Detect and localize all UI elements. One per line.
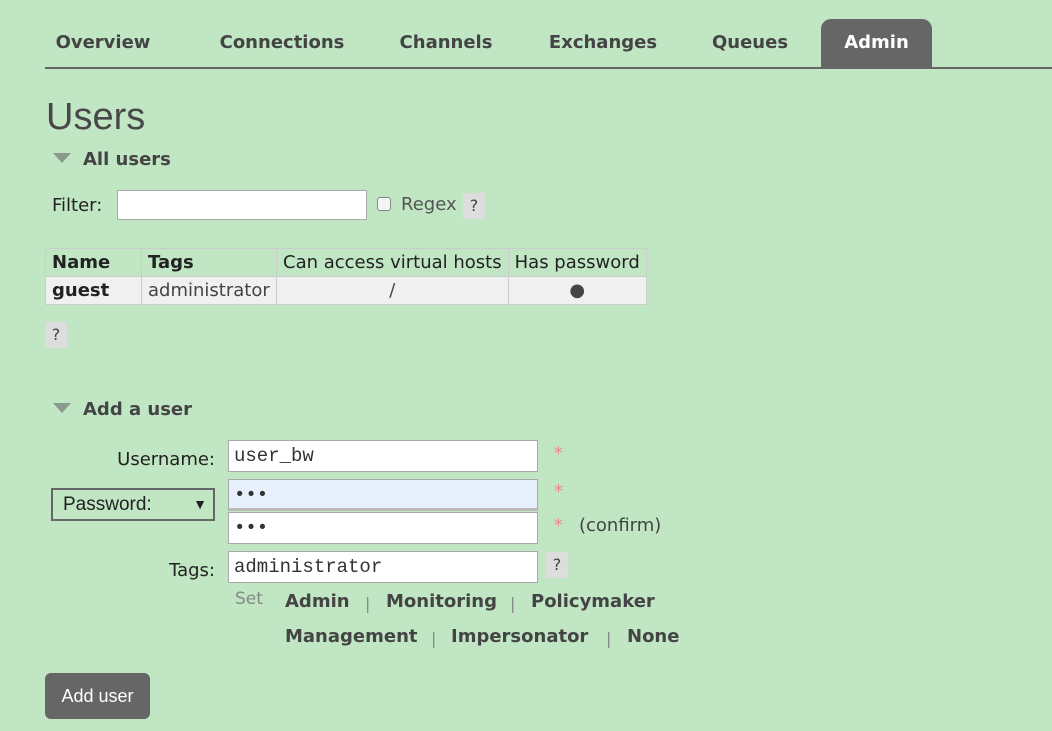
tag-option-management[interactable]: Management	[285, 626, 418, 647]
password-input[interactable]: •••	[228, 479, 538, 511]
main-nav-tabs: Overview Connections Channels Exchanges …	[45, 19, 1052, 69]
collapse-triangle-icon	[53, 403, 71, 413]
tag-separator: |	[365, 594, 371, 613]
tab-channels[interactable]: Channels	[381, 19, 511, 67]
filter-label: Filter:	[52, 195, 103, 216]
column-header-name: Name	[45, 248, 142, 277]
username-input[interactable]: user_bw	[228, 440, 538, 472]
username-label: Username:	[117, 449, 215, 470]
column-header-has-password: Has password	[507, 248, 647, 277]
tags-help-button[interactable]: ?	[546, 552, 568, 578]
tab-exchanges[interactable]: Exchanges	[534, 19, 672, 67]
add-user-heading: Add a user	[83, 399, 192, 420]
tab-connections[interactable]: Connections	[205, 19, 359, 67]
user-name-cell[interactable]: guest	[45, 276, 142, 305]
required-marker: *	[554, 443, 563, 464]
add-user-button[interactable]: Add user	[45, 673, 150, 719]
regex-label: Regex	[401, 194, 457, 215]
filter-input[interactable]	[117, 190, 367, 220]
table-row[interactable]: guest administrator / ●	[45, 276, 647, 305]
users-table: Name Tags Can access virtual hosts Has p…	[45, 248, 647, 305]
tag-option-monitoring[interactable]: Monitoring	[386, 591, 497, 612]
tags-input[interactable]: administrator	[228, 551, 538, 583]
all-users-section-toggle[interactable]: All users	[53, 148, 171, 172]
tag-option-policymaker[interactable]: Policymaker	[531, 591, 655, 612]
password-type-select[interactable]: Password: ▼	[51, 488, 215, 521]
table-header-row: Name Tags Can access virtual hosts Has p…	[45, 248, 647, 277]
regex-checkbox[interactable]	[377, 197, 391, 211]
required-marker: *	[554, 515, 563, 536]
dropdown-arrow-icon: ▼	[193, 496, 207, 512]
column-header-tags: Tags	[141, 248, 277, 277]
add-user-section-toggle[interactable]: Add a user	[53, 398, 192, 422]
tag-option-impersonator[interactable]: Impersonator	[451, 626, 588, 647]
tag-option-admin[interactable]: Admin	[285, 591, 350, 612]
all-users-heading: All users	[83, 149, 171, 170]
user-has-password-cell: ●	[507, 276, 647, 305]
password-select-value: Password:	[63, 494, 152, 515]
tag-separator: |	[606, 629, 612, 648]
tag-separator: |	[431, 629, 437, 648]
required-marker: *	[554, 481, 563, 502]
tag-separator: |	[510, 594, 516, 613]
page-title: Users	[46, 96, 146, 138]
collapse-triangle-icon	[53, 153, 71, 163]
set-label: Set	[235, 589, 263, 609]
user-tags-cell: administrator	[141, 276, 277, 305]
password-confirm-input[interactable]: •••	[228, 512, 538, 544]
tab-admin[interactable]: Admin	[821, 19, 932, 67]
user-vhosts-cell: /	[276, 276, 509, 305]
filter-help-button[interactable]: ?	[463, 193, 485, 219]
confirm-label: (confirm)	[579, 515, 662, 536]
tag-option-none[interactable]: None	[627, 626, 679, 647]
tab-overview[interactable]: Overview	[45, 19, 161, 67]
tab-queues[interactable]: Queues	[695, 19, 805, 67]
tags-label: Tags:	[169, 560, 215, 581]
table-help-button[interactable]: ?	[45, 322, 67, 348]
column-header-vhosts: Can access virtual hosts	[276, 248, 509, 277]
